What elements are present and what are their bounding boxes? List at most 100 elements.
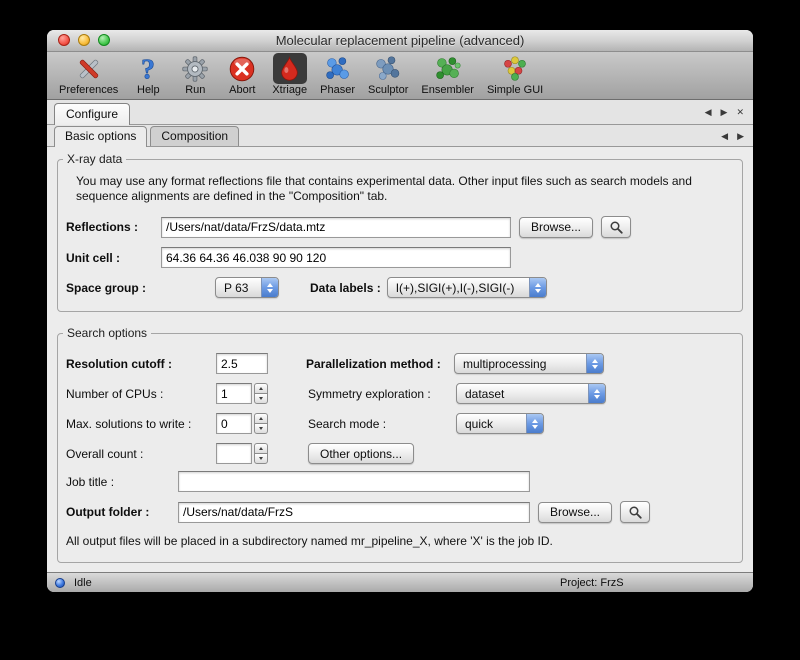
output-folder-view-button[interactable]	[620, 501, 650, 523]
toolbar-item-sculptor[interactable]: Sculptor	[368, 53, 408, 96]
xray-description: You may use any format reflections file …	[76, 174, 718, 204]
zoom-window-button[interactable]	[98, 34, 110, 46]
popup-arrows-icon	[261, 278, 278, 297]
close-tab-icon[interactable]: ✕	[736, 107, 744, 117]
reflections-view-button[interactable]	[601, 216, 631, 238]
popup-arrows-icon	[529, 278, 546, 297]
cpus-row: Number of CPUs : Symmetry exploration : …	[58, 383, 742, 404]
toolbar-item-simple-gui[interactable]: Simple GUI	[487, 53, 543, 96]
unit-cell-input[interactable]	[161, 247, 511, 268]
minimize-window-button[interactable]	[78, 34, 90, 46]
options-tab-strip: Basic options Composition ◀ ▶	[47, 125, 753, 147]
toolbar-label: Simple GUI	[487, 84, 543, 96]
search-icon	[609, 220, 624, 235]
toolbar-label: Abort	[229, 84, 255, 96]
toolbar-item-ensembler[interactable]: Ensembler	[421, 53, 474, 96]
parallelization-value: multiprocessing	[463, 357, 553, 371]
simple-gui-icon	[498, 53, 532, 84]
preferences-icon	[72, 53, 106, 84]
job-title-input[interactable]	[178, 471, 530, 492]
popup-arrows-icon	[586, 354, 603, 373]
reflections-row: Reflections : Browse...	[58, 216, 742, 238]
output-folder-browse-button[interactable]: Browse...	[538, 502, 612, 523]
overall-count-row: Overall count : Other options...	[58, 443, 742, 464]
abort-icon	[225, 53, 259, 84]
space-group-select[interactable]: P 63	[215, 277, 279, 298]
chevron-right-icon[interactable]: ▶	[721, 107, 728, 117]
stepper-down-icon[interactable]	[254, 423, 268, 434]
project-label: Project: FrzS	[560, 577, 624, 589]
data-labels-select[interactable]: I(+),SIGI(+),I(-),SIGI(-)	[387, 277, 547, 298]
toolbar-label: Run	[185, 84, 205, 96]
job-title-row: Job title :	[58, 471, 742, 492]
symmetry-select[interactable]: dataset	[456, 383, 606, 404]
toolbar-item-preferences[interactable]: Preferences	[59, 53, 118, 96]
help-icon: ?	[131, 53, 165, 84]
overall-count-input[interactable]	[216, 443, 252, 464]
num-cpus-stepper[interactable]	[254, 383, 268, 404]
tab-basic-options[interactable]: Basic options	[54, 126, 147, 147]
stepper-down-icon[interactable]	[254, 393, 268, 404]
svg-text:?: ?	[141, 55, 155, 83]
toolbar-item-run[interactable]: Run	[178, 53, 212, 96]
overall-count-stepper[interactable]	[254, 443, 268, 464]
output-folder-row: Output folder : Browse...	[58, 501, 742, 523]
ensembler-icon	[431, 53, 465, 84]
toolbar-label: Xtriage	[272, 84, 307, 96]
search-mode-select[interactable]: quick	[456, 413, 544, 434]
unit-cell-row: Unit cell :	[58, 247, 742, 268]
resolution-row: Resolution cutoff : Parallelization meth…	[58, 353, 742, 374]
data-labels-value: I(+),SIGI(+),I(-),SIGI(-)	[396, 281, 522, 295]
unit-cell-label: Unit cell :	[66, 251, 161, 265]
search-options-group: Search options Resolution cutoff : Paral…	[57, 326, 743, 563]
search-mode-value: quick	[465, 417, 500, 431]
parallelization-label: Parallelization method :	[306, 357, 454, 371]
toolbar-label: Preferences	[59, 84, 118, 96]
data-labels-label: Data labels :	[310, 281, 381, 295]
other-options-button[interactable]: Other options...	[308, 443, 414, 464]
toolbar: Preferences ? Help	[47, 52, 753, 100]
window-controls	[58, 34, 110, 46]
toolbar-item-phaser[interactable]: Phaser	[320, 53, 355, 96]
title-bar: Molecular replacement pipeline (advanced…	[47, 30, 753, 52]
toolbar-item-abort[interactable]: Abort	[225, 53, 259, 96]
num-cpus-input[interactable]	[216, 383, 252, 404]
basic-options-panel: X-ray data You may use any format reflec…	[47, 152, 753, 577]
overall-count-label: Overall count :	[66, 447, 216, 461]
resolution-cutoff-input[interactable]	[216, 353, 268, 374]
chevron-left-icon[interactable]: ◀	[705, 107, 712, 117]
sculptor-icon	[371, 53, 405, 84]
reflections-input[interactable]	[161, 217, 511, 238]
parallelization-select[interactable]: multiprocessing	[454, 353, 604, 374]
toolbar-item-xtriage[interactable]: Xtriage	[272, 53, 307, 96]
search-options-group-title: Search options	[63, 326, 151, 340]
reflections-browse-button[interactable]: Browse...	[519, 217, 593, 238]
max-solutions-stepper[interactable]	[254, 413, 268, 434]
job-title-label: Job title :	[66, 475, 178, 489]
tab-configure[interactable]: Configure	[54, 103, 130, 125]
toolbar-label: Help	[137, 84, 160, 96]
max-solutions-input[interactable]	[216, 413, 252, 434]
stepper-down-icon[interactable]	[254, 453, 268, 464]
status-bar: Idle Project: FrzS	[47, 572, 753, 592]
stepper-up-icon[interactable]	[254, 443, 268, 453]
toolbar-label: Ensembler	[421, 84, 474, 96]
resolution-cutoff-label: Resolution cutoff :	[66, 357, 216, 371]
xtriage-icon	[273, 53, 307, 84]
tab-composition[interactable]: Composition	[150, 126, 239, 146]
toolbar-item-help[interactable]: ? Help	[131, 53, 165, 96]
chevron-left-icon[interactable]: ◀	[721, 131, 728, 141]
space-group-label: Space group :	[66, 281, 215, 295]
status-text: Idle	[74, 577, 92, 589]
output-folder-input[interactable]	[178, 502, 530, 523]
chevron-right-icon[interactable]: ▶	[737, 131, 744, 141]
close-window-button[interactable]	[58, 34, 70, 46]
status-indicator-icon	[55, 578, 65, 588]
max-solutions-label: Max. solutions to write :	[66, 417, 216, 431]
stepper-up-icon[interactable]	[254, 383, 268, 393]
search-mode-label: Search mode :	[308, 417, 456, 431]
search-icon	[628, 505, 643, 520]
toolbar-label: Phaser	[320, 84, 355, 96]
stepper-up-icon[interactable]	[254, 413, 268, 423]
output-folder-label: Output folder :	[66, 505, 178, 519]
